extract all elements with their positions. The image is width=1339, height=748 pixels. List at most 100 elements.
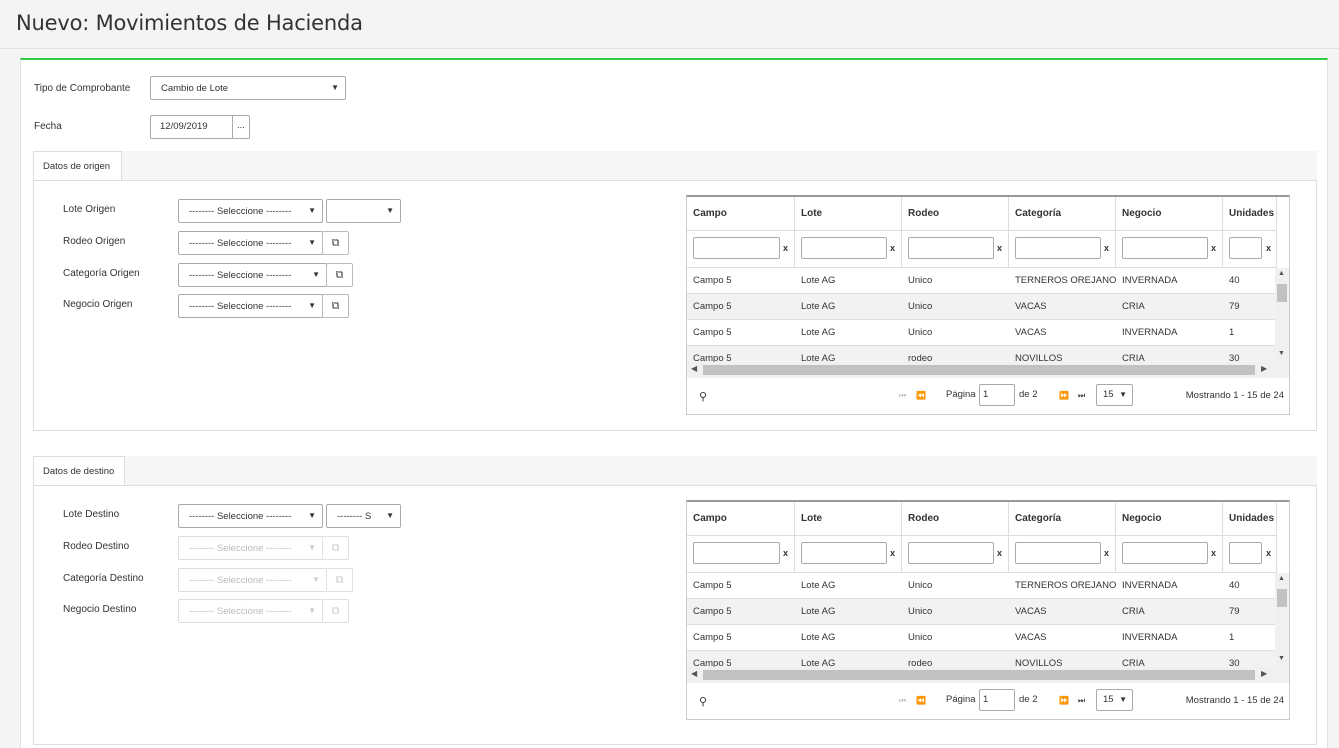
column-header-negocio[interactable]: Negocio <box>1116 197 1223 230</box>
lote-origen-select[interactable]: -------- Seleccione -------- ▼ <box>178 199 323 223</box>
column-header-negocio[interactable]: Negocio <box>1116 502 1223 535</box>
negocio-origen-select[interactable]: -------- Seleccione -------- ▼ <box>178 294 323 318</box>
table-row[interactable]: Campo 5 Lote AG Unico VACAS INVERNADA 1 <box>687 320 1277 346</box>
table-row[interactable]: Campo 5 Lote AG Unico VACAS CRIA 79 <box>687 294 1277 320</box>
filter-input-negocio[interactable] <box>1122 237 1208 259</box>
grid-rows: Campo 5 Lote AG Unico TERNEROS OREJANO I… <box>687 573 1277 667</box>
last-page-icon[interactable]: ⏭ <box>1078 391 1085 401</box>
scroll-left-icon[interactable]: ◀ <box>691 669 697 678</box>
scroll-right-icon[interactable]: ▶ <box>1261 364 1267 373</box>
scroll-up-icon[interactable]: ▲ <box>1278 270 1285 277</box>
negocio-destino-open-button[interactable]: ⧉ <box>322 599 349 623</box>
filter-input-negocio[interactable] <box>1122 542 1208 564</box>
scroll-down-icon[interactable]: ▼ <box>1278 350 1285 357</box>
clear-filter-button[interactable]: x <box>890 243 895 253</box>
vertical-scrollbar[interactable]: ▲ ▼ <box>1275 268 1289 362</box>
table-row[interactable]: Campo 5 Lote AG Unico VACAS INVERNADA 1 <box>687 625 1277 651</box>
rodeo-origen-open-button[interactable]: ⧉ <box>322 231 349 255</box>
vertical-scrollbar[interactable]: ▲ ▼ <box>1275 573 1289 667</box>
lote-destino-extra-select[interactable]: -------- S ▼ <box>326 504 401 528</box>
clear-filter-button[interactable]: x <box>1104 548 1109 558</box>
column-header-categoria[interactable]: Categoría <box>1009 502 1116 535</box>
filter-input-lote[interactable] <box>801 237 887 259</box>
scroll-thumb[interactable] <box>1277 589 1287 607</box>
scroll-thumb[interactable] <box>1277 284 1287 302</box>
clear-filter-button[interactable]: x <box>1211 243 1216 253</box>
categoria-origen-open-button[interactable]: ⧉ <box>326 263 353 287</box>
title-divider <box>0 48 1339 49</box>
filter-input-rodeo[interactable] <box>908 237 994 259</box>
column-header-unidades[interactable]: Unidades <box>1223 197 1277 230</box>
filter-input-categoria[interactable] <box>1015 237 1101 259</box>
column-header-campo[interactable]: Campo <box>687 502 795 535</box>
table-row[interactable]: Campo 5 Lote AG Unico TERNEROS OREJANO I… <box>687 268 1277 294</box>
page-input[interactable]: 1 <box>979 384 1015 406</box>
search-icon[interactable]: ⚲ <box>699 695 707 708</box>
table-row[interactable]: Campo 5 Lote AG Unico TERNEROS OREJANO I… <box>687 573 1277 599</box>
rodeo-destino-open-button[interactable]: ⧉ <box>322 536 349 560</box>
horizontal-scrollbar[interactable]: ◀ ▶ <box>687 362 1289 378</box>
first-page-icon[interactable]: ⏮ <box>899 696 906 706</box>
clear-filter-button[interactable]: x <box>783 243 788 253</box>
prev-page-icon[interactable]: ⏪ <box>916 391 926 400</box>
tab-datos-origen[interactable]: Datos de origen <box>33 151 122 182</box>
clear-filter-button[interactable]: x <box>997 548 1002 558</box>
scroll-down-icon[interactable]: ▼ <box>1278 655 1285 662</box>
fecha-field[interactable]: 12/09/2019 ... <box>150 115 250 139</box>
scroll-thumb[interactable] <box>703 670 1255 680</box>
fecha-value[interactable]: 12/09/2019 <box>151 116 233 138</box>
column-header-rodeo[interactable]: Rodeo <box>902 502 1009 535</box>
lote-origen-extra-select[interactable]: ▼ <box>326 199 401 223</box>
tab-datos-destino[interactable]: Datos de destino <box>33 456 125 487</box>
filter-input-lote[interactable] <box>801 542 887 564</box>
next-page-icon[interactable]: ⏩ <box>1059 391 1069 400</box>
clear-filter-button[interactable]: x <box>1266 548 1271 558</box>
filter-input-categoria[interactable] <box>1015 542 1101 564</box>
scroll-right-icon[interactable]: ▶ <box>1261 669 1267 678</box>
tab-bar-destino <box>33 456 1317 487</box>
lote-destino-select[interactable]: -------- Seleccione -------- ▼ <box>178 504 323 528</box>
filter-input-unidades[interactable] <box>1229 542 1262 564</box>
page-size-select[interactable]: 15 ▼ <box>1096 689 1133 711</box>
filter-input-campo[interactable] <box>693 237 780 259</box>
negocio-destino-select[interactable]: -------- Seleccione -------- ▼ <box>178 599 323 623</box>
scroll-up-icon[interactable]: ▲ <box>1278 575 1285 582</box>
column-header-lote[interactable]: Lote <box>795 502 902 535</box>
prev-page-icon[interactable]: ⏪ <box>916 696 926 705</box>
clear-filter-button[interactable]: x <box>783 548 788 558</box>
scroll-left-icon[interactable]: ◀ <box>691 364 697 373</box>
categoria-destino-open-button[interactable]: ⧉ <box>326 568 353 592</box>
clear-filter-button[interactable]: x <box>1211 548 1216 558</box>
tipo-comprobante-select[interactable]: Cambio de Lote ▼ <box>150 76 346 100</box>
column-header-campo[interactable]: Campo <box>687 197 795 230</box>
page-size-select[interactable]: 15 ▼ <box>1096 384 1133 406</box>
filter-input-campo[interactable] <box>693 542 780 564</box>
scroll-thumb[interactable] <box>703 365 1255 375</box>
table-row[interactable]: Campo 5 Lote AG rodeo NOVILLOS CRIA 30 <box>687 346 1277 362</box>
table-row[interactable]: Campo 5 Lote AG rodeo NOVILLOS CRIA 30 <box>687 651 1277 667</box>
column-header-lote[interactable]: Lote <box>795 197 902 230</box>
column-header-unidades[interactable]: Unidades <box>1223 502 1277 535</box>
clear-filter-button[interactable]: x <box>997 243 1002 253</box>
search-icon[interactable]: ⚲ <box>699 390 707 403</box>
rodeo-destino-select[interactable]: -------- Seleccione -------- ▼ <box>178 536 323 560</box>
column-header-categoria[interactable]: Categoría <box>1009 197 1116 230</box>
page-input[interactable]: 1 <box>979 689 1015 711</box>
horizontal-scrollbar[interactable]: ◀ ▶ <box>687 667 1289 683</box>
clear-filter-button[interactable]: x <box>1266 243 1271 253</box>
first-page-icon[interactable]: ⏮ <box>899 391 906 401</box>
last-page-icon[interactable]: ⏭ <box>1078 696 1085 706</box>
filter-input-rodeo[interactable] <box>908 542 994 564</box>
next-page-icon[interactable]: ⏩ <box>1059 696 1069 705</box>
clear-filter-button[interactable]: x <box>1104 243 1109 253</box>
column-header-rodeo[interactable]: Rodeo <box>902 197 1009 230</box>
filter-input-unidades[interactable] <box>1229 237 1262 259</box>
categoria-destino-select[interactable]: -------- Seleccione -------- ▼ <box>178 568 327 592</box>
cell-campo: Campo 5 <box>693 353 732 362</box>
negocio-origen-open-button[interactable]: ⧉ <box>322 294 349 318</box>
date-picker-button[interactable]: ... <box>233 116 249 138</box>
rodeo-origen-select[interactable]: -------- Seleccione -------- ▼ <box>178 231 323 255</box>
table-row[interactable]: Campo 5 Lote AG Unico VACAS CRIA 79 <box>687 599 1277 625</box>
categoria-origen-select[interactable]: -------- Seleccione -------- ▼ <box>178 263 327 287</box>
clear-filter-button[interactable]: x <box>890 548 895 558</box>
